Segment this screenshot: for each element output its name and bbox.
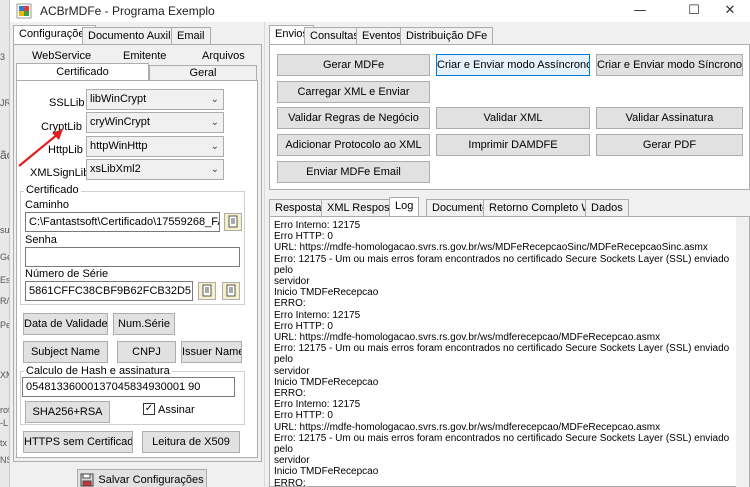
issuer-name-button[interactable]: Issuer Name <box>181 341 242 363</box>
select-cert-button[interactable] <box>198 282 216 300</box>
strip-text: rot <box>0 405 10 415</box>
validar-xml-button[interactable]: Validar XML <box>436 107 590 129</box>
strip-text: ão <box>0 148 9 162</box>
tab-arquivos[interactable]: Arquivos <box>202 50 245 62</box>
chevron-down-icon: ⌄ <box>210 94 219 105</box>
close-button[interactable]: ✕ <box>710 0 750 22</box>
ssllib-select[interactable]: libWinCrypt ⌄ <box>86 89 224 110</box>
strip-text: Pe <box>0 320 10 330</box>
httplib-value: httpWinHttp <box>90 140 148 152</box>
validar-assinatura-button[interactable]: Validar Assinatura <box>596 107 743 129</box>
strip-text: R/ <box>0 296 9 306</box>
cnpj-button[interactable]: CNPJ <box>117 341 176 363</box>
tab-certificado[interactable]: Certificado <box>16 63 149 81</box>
sha256-rsa-button[interactable]: SHA256+RSA <box>25 401 110 423</box>
background-window-strip: 3 JR ão sul Ge Es R/ Pe XM rot -L tx NS <box>0 0 10 487</box>
browse-button[interactable] <box>224 213 242 231</box>
criar-enviar-sincrono-button[interactable]: Criar e Enviar modo Síncrono <box>596 54 743 76</box>
cryptlib-select[interactable]: cryWinCrypt ⌄ <box>86 112 224 133</box>
num-serie-button[interactable]: Num.Série <box>113 313 175 335</box>
chevron-down-icon: ⌄ <box>210 141 219 152</box>
tab-webservice[interactable]: WebService <box>32 50 91 62</box>
minimize-button[interactable]: — <box>620 0 660 22</box>
senha-input[interactable] <box>25 247 240 267</box>
assinar-checkbox[interactable]: ✓ <box>143 403 155 415</box>
ssllib-label: SSLLib <box>49 97 85 109</box>
chevron-down-icon: ⌄ <box>210 164 219 175</box>
serie-input[interactable]: 5861CFFC38CBF9B62FCB32D5 <box>25 281 193 301</box>
cryptlib-value: cryWinCrypt <box>90 116 150 128</box>
save-icon <box>80 473 94 487</box>
maximize-button[interactable]: ☐ <box>674 0 714 22</box>
window-title: ACBrMDFe - Programa Exemplo <box>40 4 215 18</box>
ssllib-value: libWinCrypt <box>90 93 147 105</box>
xmlsignlib-value: xsLibXml2 <box>90 163 141 175</box>
strip-text: sul <box>0 225 10 235</box>
log-text[interactable]: Erro Interno: 12175 Erro HTTP: 0 URL: ht… <box>274 220 734 487</box>
https-sem-certificado-button[interactable]: HTTPS sem Certificado <box>23 431 133 453</box>
app-icon <box>16 3 32 19</box>
document-icon <box>202 284 212 297</box>
horizontal-splitter[interactable] <box>269 191 750 196</box>
tab-geral[interactable]: Geral <box>149 65 257 81</box>
strip-text: tx <box>0 438 8 448</box>
caminho-input[interactable]: C:\Fantastsoft\Certificado\17559268_FANT… <box>25 212 220 232</box>
strip-text: 3 <box>0 52 6 62</box>
criar-enviar-assincrono-button[interactable]: Criar e Enviar modo Assíncrono <box>436 54 590 76</box>
imprimir-damdfe-button[interactable]: Imprimir DAMDFE <box>436 134 590 156</box>
caminho-label: Caminho <box>25 199 70 211</box>
gerar-pdf-button[interactable]: Gerar PDF <box>596 134 743 156</box>
tab-distribuicao-dfe[interactable]: Distribuição DFe <box>400 27 494 45</box>
tab-dados[interactable]: Dados <box>585 199 629 217</box>
document-icon <box>228 215 238 228</box>
hash-group-title: Calculo de Hash e assinatura <box>24 365 172 377</box>
adicionar-protocolo-button[interactable]: Adicionar Protocolo ao XML <box>277 134 430 156</box>
salvar-configuracoes-button[interactable]: Salvar Configurações <box>77 469 207 487</box>
config-tabs-row1: WebService Emitente Arquivos <box>18 49 258 64</box>
strip-text: NS <box>0 455 9 465</box>
annotation-arrow-icon <box>18 129 63 167</box>
serie-label: Número de Série <box>25 268 109 280</box>
log-scrollbar[interactable] <box>736 217 749 487</box>
splitter[interactable] <box>264 22 268 487</box>
document-icon <box>226 284 236 297</box>
tab-email[interactable]: Email <box>171 27 211 45</box>
senha-label: Senha <box>25 234 57 246</box>
enviar-mdfe-email-button[interactable]: Enviar MDFe Email <box>277 161 430 183</box>
hash-input[interactable]: 05481336000137045834930001 90 <box>22 377 235 397</box>
title-bar: ACBrMDFe - Programa Exemplo — ☐ ✕ <box>10 0 750 22</box>
httplib-select[interactable]: httpWinHttp ⌄ <box>86 136 224 157</box>
strip-text: XM <box>0 370 9 380</box>
carregar-xml-enviar-button[interactable]: Carregar XML e Enviar <box>277 81 430 103</box>
tab-emitente[interactable]: Emitente <box>123 50 166 62</box>
validar-regras-button[interactable]: Validar Regras de Negócio <box>277 107 430 129</box>
tab-log[interactable]: Log <box>389 197 420 217</box>
data-validade-button[interactable]: Data de Validade <box>23 313 108 335</box>
salvar-label: Salvar Configurações <box>98 474 204 486</box>
strip-text: JR <box>0 98 10 108</box>
subject-name-button[interactable]: Subject Name <box>23 341 108 363</box>
strip-text: Ge <box>0 252 9 262</box>
select-cert-button-2[interactable] <box>222 282 240 300</box>
assinar-label: Assinar <box>158 404 195 416</box>
xmlsignlib-select[interactable]: xsLibXml2 ⌄ <box>86 159 224 180</box>
leitura-x509-button[interactable]: Leitura de X509 <box>142 431 240 453</box>
strip-text: Es <box>0 275 10 285</box>
certificado-group-title: Certificado <box>24 184 81 196</box>
gerar-mdfe-button[interactable]: Gerar MDFe <box>277 54 430 76</box>
strip-text: -L <box>0 418 9 428</box>
chevron-down-icon: ⌄ <box>210 117 219 128</box>
